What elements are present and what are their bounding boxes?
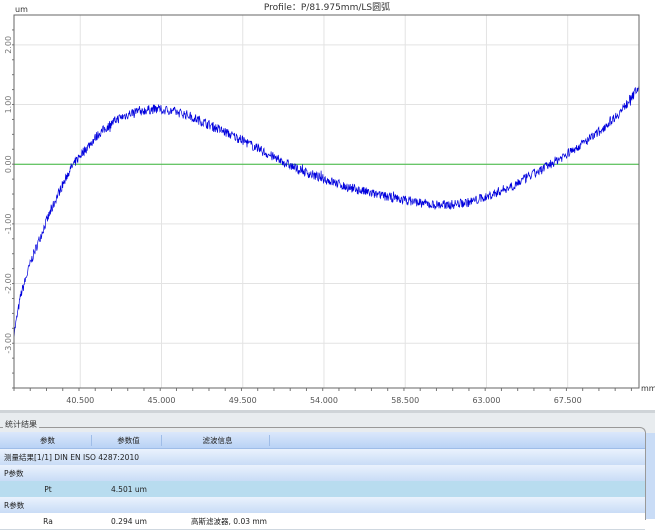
y-tick-label: 2.00 [4, 36, 13, 54]
table-row-p-section[interactable]: P参数 [0, 465, 645, 481]
y-tick-label: 0.00 [4, 155, 13, 173]
x-tick-label: 40.500 [66, 396, 94, 405]
y-tick-label: -3.00 [4, 333, 13, 354]
chart-title: Profile：P/81.975mm/LS圆弧 [264, 1, 390, 13]
vertical-scrollbar[interactable] [646, 433, 655, 519]
table-row[interactable]: Pt 4.501 um [0, 481, 645, 497]
plot-frame [13, 14, 640, 389]
statistics-panel: 统计结果 参数 参数值 滤波信息 测量结果[1/1] DIN EN ISO 42… [0, 410, 655, 530]
table-header: 参数 参数值 滤波信息 [0, 432, 645, 449]
y-tick-label: -1.00 [4, 214, 13, 235]
p-section-label: P参数 [4, 468, 24, 478]
table-row[interactable]: Ra 0.294 um 高斯滤波器, 0.03 mm [0, 513, 645, 530]
param-name: Pt [44, 484, 52, 494]
column-header-value[interactable]: 参数值 [92, 434, 162, 446]
param-name: Ra [43, 516, 53, 526]
x-tick-label: 67.500 [554, 396, 582, 405]
x-tick-label: 54.000 [310, 396, 338, 405]
table-row-measurement[interactable]: 测量结果[1/1] DIN EN ISO 4287:2010 [0, 449, 645, 465]
x-tick-label: 49.500 [229, 396, 257, 405]
table-row-r-section[interactable]: R参数 [0, 497, 645, 513]
group-title: 统计结果 [3, 419, 39, 430]
y-tick-label: 1.00 [4, 96, 13, 114]
filter-info: 高斯滤波器, 0.03 mm [191, 516, 267, 526]
x-tick-label: 58.500 [391, 396, 419, 405]
x-tick-label: 45.000 [147, 396, 175, 405]
column-header-filter[interactable]: 滤波信息 [162, 434, 270, 446]
x-axis-unit: mm [641, 384, 655, 393]
x-tick-label: 63.000 [472, 396, 500, 405]
profile-chart: Profile：P/81.975mm/LS圆弧 um mm 40.500 45.0… [4, 1, 655, 405]
param-value: 4.501 um [111, 484, 147, 494]
profile-series-line [13, 83, 640, 340]
y-tick-label: -2.00 [4, 273, 13, 294]
param-value: 0.294 um [111, 516, 147, 526]
measurement-label: 测量结果[1/1] DIN EN ISO 4287:2010 [4, 452, 139, 462]
y-axis-unit: um [15, 5, 28, 14]
r-section-label: R参数 [4, 500, 25, 510]
column-header-param[interactable]: 参数 [0, 434, 92, 446]
